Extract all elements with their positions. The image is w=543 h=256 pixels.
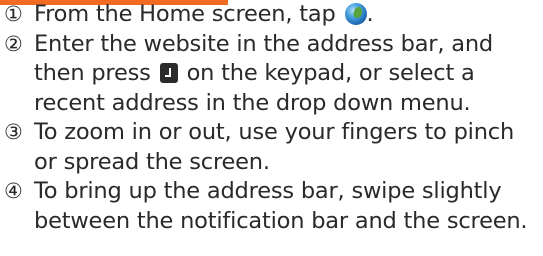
- enter-key-icon: [159, 63, 178, 83]
- step-4-text: To bring up the address bar, swipe sligh…: [34, 178, 528, 234]
- instruction-step-3: ③ To zoom in or out, use your fingers to…: [0, 118, 543, 177]
- instruction-step-1: ① From the Home screen, tap .: [0, 0, 543, 30]
- step-number-4: ④: [4, 179, 23, 203]
- instruction-step-4: ④ To bring up the address bar, swipe sli…: [0, 177, 543, 236]
- step-number-1: ①: [4, 2, 23, 26]
- step-1-text: From the Home screen, tap: [34, 1, 343, 27]
- browser-globe-icon: [344, 3, 367, 25]
- instruction-step-2: ② Enter the website in the address bar, …: [0, 30, 543, 119]
- instruction-list: ① From the Home screen, tap . ② Enter th…: [0, 0, 543, 236]
- step-number-3: ③: [4, 120, 23, 144]
- step-1-end-text: .: [366, 1, 374, 27]
- step-3-text: To zoom in or out, use your fingers to p…: [34, 119, 515, 175]
- step-number-2: ②: [4, 31, 23, 56]
